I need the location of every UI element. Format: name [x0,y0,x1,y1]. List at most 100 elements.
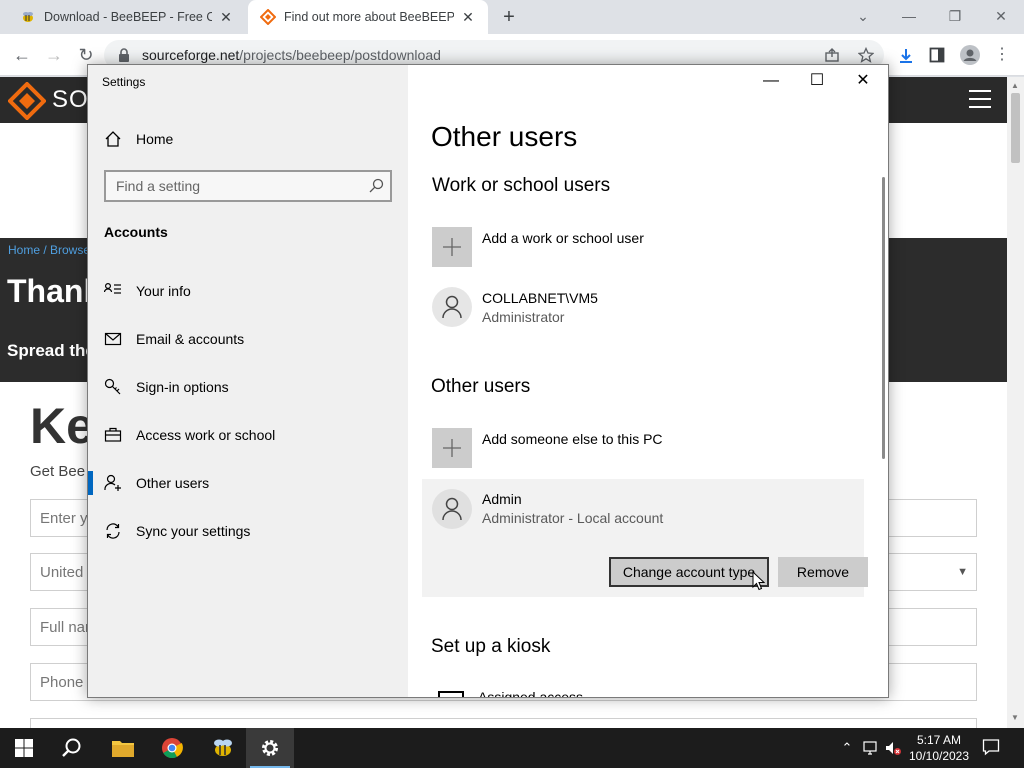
nav-label: Access work or school [136,427,276,443]
add-other-user-link[interactable]: Add someone else to this PC [482,431,663,447]
hamburger-menu-icon[interactable] [969,90,991,108]
user-avatar [432,489,472,529]
person-icon [442,295,462,319]
bee-favicon-icon [23,12,33,22]
add-other-user-tile[interactable] [432,428,472,468]
keep-heading: Ke [30,398,94,454]
minimize-icon[interactable]: — [748,65,794,97]
work-school-heading: Work or school users [432,175,611,196]
settings-taskbar-button[interactable] [246,728,294,768]
browser-tab-find-out-more[interactable]: Find out more about BeeBEEP (F ✕ [248,0,488,34]
scroll-down-icon[interactable]: ▼ [1011,713,1019,722]
admin-user-card[interactable]: Admin Administrator - Local account Chan… [422,479,868,597]
browser-tab-download[interactable]: Download - BeeBEEP - Free Offic ✕ [8,0,246,34]
close-window-icon[interactable]: ✕ [988,4,1014,28]
work-user-name[interactable]: COLLABNET\VM5 [482,290,598,306]
mail-icon [104,332,122,346]
chrome-button[interactable] [148,728,196,768]
browser-menu-icon[interactable]: ⋮ [990,43,1014,67]
spread-the-word-text: Spread the [7,341,95,360]
profile-avatar-icon[interactable] [960,45,980,65]
start-button[interactable] [0,728,48,768]
home-icon [105,131,121,147]
nav-sync-settings[interactable]: Sync your settings [88,511,408,551]
taskbar: ⌃ 5:17 AM 10/10/2023 [0,728,1024,768]
page-title: Other users [431,121,578,152]
lock-icon [119,48,129,62]
folder-icon [112,741,134,757]
work-user-role: Administrator [482,309,565,325]
tab-title: Find out more about BeeBEEP (F [284,10,454,24]
tab-title: Download - BeeBEEP - Free Offic [44,10,212,24]
assigned-access-link[interactable]: Assigned access [478,689,583,697]
add-work-user-tile[interactable] [432,227,472,267]
browser-tab-bar: Download - BeeBEEP - Free Offic ✕ Find o… [0,0,1024,34]
chrome-icon [162,738,183,759]
mouse-cursor-icon [752,571,765,591]
side-panel-icon[interactable] [929,47,945,63]
add-person-icon [104,474,121,491]
settings-content: — ☐ ✕ Other users Work or school users A… [408,65,888,697]
file-explorer-button[interactable] [98,728,146,768]
nav-email-accounts[interactable]: Email & accounts [88,319,408,359]
sourceforge-logo-icon [8,82,46,120]
nav-your-info[interactable]: Your info [88,271,408,311]
nav-home[interactable]: Home [88,119,408,159]
change-account-type-button[interactable]: Change account type [609,557,769,587]
network-icon[interactable] [862,739,880,757]
volume-muted-icon[interactable] [884,739,902,757]
find-setting-input[interactable] [106,172,366,200]
bee-icon [214,739,232,756]
plus-icon [443,238,461,256]
next-field[interactable] [30,718,977,728]
settings-window: Settings Home Accounts Your info [87,64,889,698]
breadcrumb[interactable]: Home / Browse [8,243,90,257]
sourceforge-favicon-icon [260,9,276,25]
briefcase-icon [104,427,122,442]
search-icon[interactable] [368,178,384,194]
minimize-icon[interactable]: — [896,4,922,28]
maximize-icon[interactable]: ☐ [794,65,840,97]
plus-icon [443,439,461,457]
close-icon[interactable]: ✕ [840,65,886,97]
remove-button[interactable]: Remove [778,557,868,587]
beebeep-button[interactable] [198,728,246,768]
bookmark-star-icon[interactable] [858,47,874,63]
new-tab-button[interactable]: + [498,6,520,28]
close-tab-icon[interactable]: ✕ [218,9,234,25]
taskbar-clock[interactable]: 5:17 AM 10/10/2023 [902,732,976,764]
nav-other-users[interactable]: Other users [88,463,408,503]
back-arrow-icon[interactable]: ← [10,43,34,67]
windows-logo-icon [15,739,33,757]
clock-date: 10/10/2023 [908,749,970,763]
share-icon[interactable] [824,47,840,63]
download-icon[interactable] [897,47,915,65]
page-scrollbar[interactable]: ▲ ▼ [1007,77,1024,728]
nav-sign-in-options[interactable]: Sign-in options [88,367,408,407]
url-text: sourceforge.net/projects/beebeep/postdow… [142,47,441,63]
user-avatar [432,287,472,327]
show-hidden-icons-chevron-icon[interactable]: ⌃ [838,739,856,757]
search-taskbar-button[interactable] [48,728,96,768]
other-users-heading: Other users [431,376,531,397]
tab-search-icon[interactable]: ⌄ [850,4,876,28]
subheading: Get Bee [30,463,86,480]
notification-icon[interactable] [982,738,1000,756]
content-scrollbar[interactable] [882,177,885,459]
nav-home-label: Home [136,131,174,147]
caret-down-icon: ▼ [957,566,968,578]
close-tab-icon[interactable]: ✕ [460,9,476,25]
scroll-up-icon[interactable]: ▲ [1011,81,1019,90]
settings-sidebar: Settings Home Accounts Your info [88,65,408,697]
admin-user-name: Admin [482,491,522,507]
nav-label: Other users [136,475,210,491]
nav-access-work-school[interactable]: Access work or school [88,415,408,455]
add-work-user-link[interactable]: Add a work or school user [482,230,644,246]
forward-arrow-icon[interactable]: → [42,43,66,67]
scrollbar-thumb[interactable] [1011,93,1020,163]
restore-icon[interactable]: ❐ [942,4,968,28]
nav-label: Your info [136,283,191,299]
find-setting-box[interactable] [104,170,392,202]
person-icon [442,497,462,521]
contact-card-icon [104,282,121,294]
